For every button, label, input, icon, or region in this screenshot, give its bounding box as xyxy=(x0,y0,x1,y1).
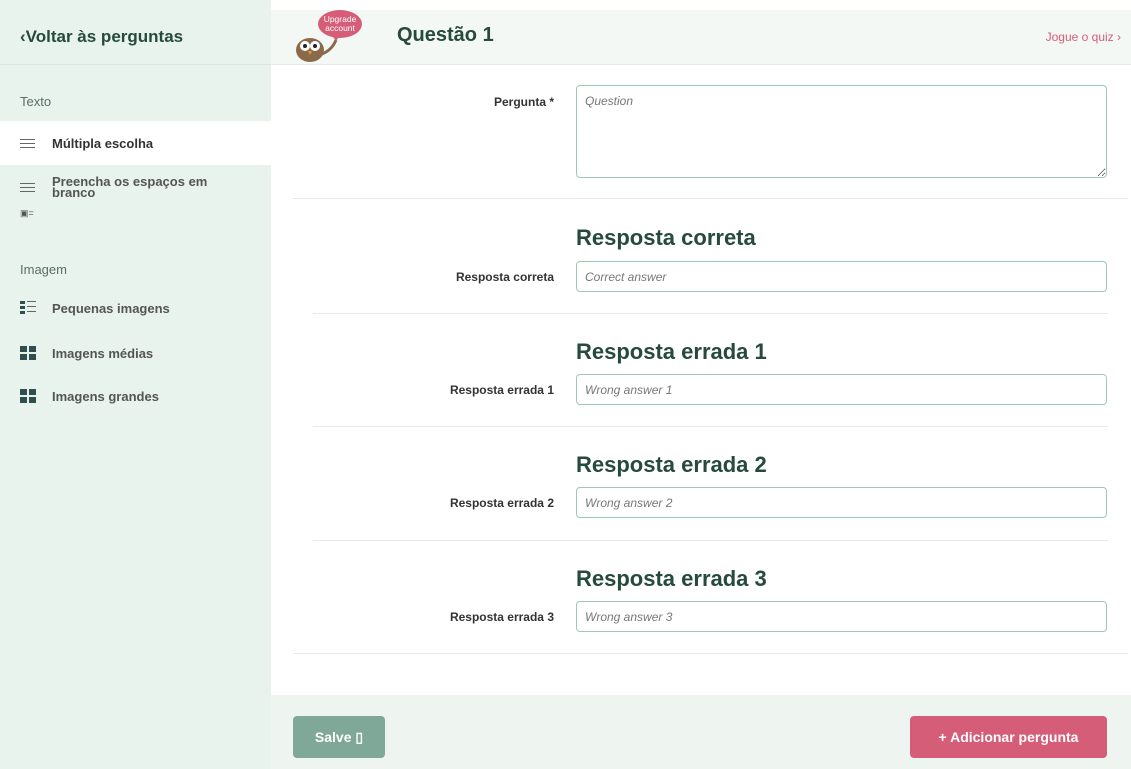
wrong-answer-2-input[interactable] xyxy=(576,487,1107,518)
text-section-title: Texto xyxy=(20,94,52,109)
lines-icon xyxy=(20,138,36,148)
question-label: Pergunta * xyxy=(493,95,554,109)
wrong-answer-3-heading: Resposta errada 3 xyxy=(576,566,767,591)
wrong-answer-2-heading: Resposta errada 2 xyxy=(576,452,767,477)
wrong-answer-3-input[interactable] xyxy=(576,601,1107,632)
sidebar-item-label: Imagens grandes xyxy=(52,388,159,404)
save-button[interactable]: Salve ▯ xyxy=(293,716,385,758)
sidebar-item-small-images[interactable]: Pequenas imagens xyxy=(0,286,271,330)
bubble-tail xyxy=(331,34,341,41)
divider xyxy=(313,426,1108,427)
wrong-answer-1-label: Resposta errada 1 xyxy=(449,383,554,397)
sidebar-item-label: Múltipla escolha xyxy=(52,135,154,151)
wrong-answer-1-input[interactable] xyxy=(576,374,1107,405)
correct-answer-input[interactable] xyxy=(576,261,1107,292)
divider xyxy=(293,198,1128,199)
correct-answer-heading: Resposta correta xyxy=(576,225,756,250)
back-to-questions-link[interactable]: ‹Voltar às perguntas xyxy=(0,10,271,65)
fill-blank-icon: ▣= xyxy=(20,208,34,218)
sidebar-item-label: Preencha os espaços em branco xyxy=(52,174,208,200)
lines-icon xyxy=(20,183,36,192)
correct-answer-label: Resposta correta xyxy=(455,270,554,284)
question-textarea[interactable] xyxy=(576,85,1107,178)
divider xyxy=(293,653,1128,654)
add-question-button[interactable]: + Adicionar pergunta xyxy=(910,716,1107,758)
sidebar-item-label: Pequenas imagens xyxy=(52,300,170,316)
sidebar-item-fill-blanks[interactable]: Preencha os espaços em branco xyxy=(0,174,271,216)
wrong-answer-3-label: Resposta errada 3 xyxy=(449,610,554,624)
play-quiz-link[interactable]: Jogue o quiz › xyxy=(1046,30,1121,44)
sidebar-item-multiple-choice[interactable]: Múltipla escolha xyxy=(0,121,271,165)
image-section-title: Imagem xyxy=(20,262,67,277)
sidebar-item-label: Imagens médias xyxy=(52,345,154,361)
list-images-icon xyxy=(20,301,36,315)
grid-icon xyxy=(20,346,36,360)
sidebar-item-large-images[interactable]: Imagens grandes xyxy=(0,374,271,418)
page-title: Questão 1 xyxy=(397,24,494,46)
divider xyxy=(313,313,1108,314)
grid-icon xyxy=(20,389,36,403)
wrong-answer-1-heading: Resposta errada 1 xyxy=(576,339,767,364)
wrong-answer-2-label: Resposta errada 2 xyxy=(449,496,554,510)
divider xyxy=(313,540,1108,541)
header: Upgrade account Questão 1 Jogue o quiz › xyxy=(271,10,1131,65)
sidebar-item-medium-images[interactable]: Imagens médias xyxy=(0,331,271,375)
